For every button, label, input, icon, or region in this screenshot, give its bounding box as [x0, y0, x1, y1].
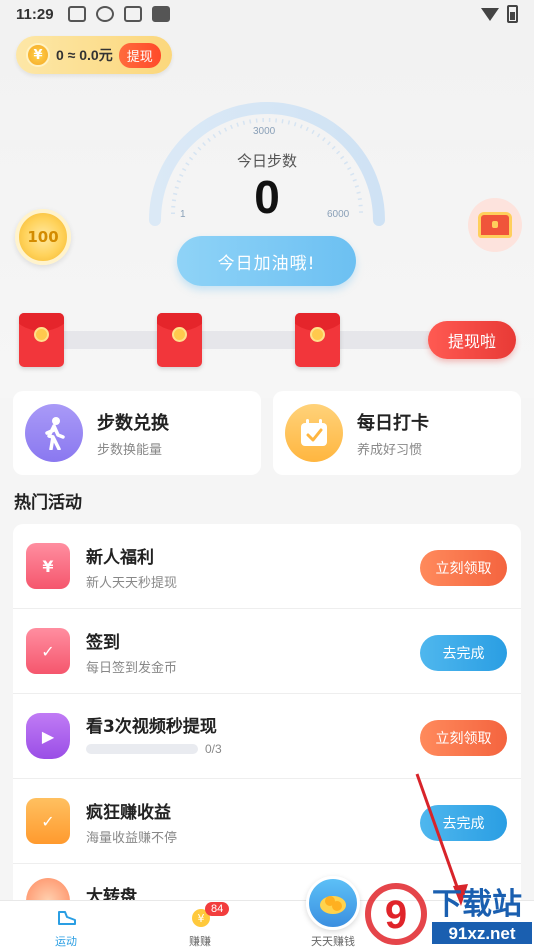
activity-title: 签到: [86, 633, 120, 653]
balance-text: 0 ≈ 0.0元: [56, 47, 113, 63]
walking-person-icon: [25, 404, 83, 462]
redpacket-progress-track: [30, 331, 450, 349]
video-play-bag-icon: ▶: [26, 713, 70, 759]
app-a-icon: [123, 6, 142, 22]
redpacket-icon[interactable]: [295, 313, 340, 367]
feature-title: 步数兑换: [97, 412, 169, 434]
activity-title: 看3次视频秒提现: [86, 717, 217, 737]
cheer-button[interactable]: 今日加油哦!: [177, 236, 356, 286]
tab-label: 运动: [55, 935, 77, 948]
balance-pill[interactable]: ¥ 0 ≈ 0.0元 提现: [16, 36, 172, 74]
list-item[interactable]: ✓ 签到 每日签到发金币 去完成: [13, 609, 521, 694]
list-item[interactable]: ¥ 新人福利 新人天天秒提现 立刻领取: [13, 524, 521, 609]
sneaker-icon: [58, 911, 76, 925]
status-time: 11:29: [16, 5, 54, 23]
feature-subtitle: 步数换能量: [97, 442, 163, 458]
video-progress-text: 0/3: [205, 742, 222, 756]
battery-icon: [507, 5, 518, 23]
notification-icon: [67, 6, 86, 22]
watermark-main: 下载站: [432, 887, 522, 922]
activity-title: 新人福利: [86, 548, 154, 568]
activity-title: 疯狂赚收益: [86, 803, 171, 823]
watermark-digit: 9: [385, 893, 407, 937]
gauge-tick-mid: 3000: [253, 126, 276, 137]
redpacket-icon[interactable]: [157, 313, 202, 367]
square-icon: [151, 6, 170, 22]
tab-sport[interactable]: 运动: [16, 901, 116, 950]
step-exchange-card[interactable]: 步数兑换 步数换能量: [13, 391, 261, 475]
redpacket-withdraw-button[interactable]: 提现啦: [428, 321, 516, 359]
tab-earn[interactable]: ¥ 赚赚: [150, 901, 250, 950]
checkbox-icon: ✓: [26, 798, 70, 844]
daily-checkin-card[interactable]: 每日打卡 养成好习惯: [273, 391, 521, 475]
watermark-logo: 9 下载站 91xz.net: [362, 878, 534, 950]
treasure-chest-icon[interactable]: [468, 198, 522, 252]
tab-label: 赚赚: [189, 935, 211, 948]
sync-icon: [95, 6, 114, 22]
watermark-domain: 91xz.net: [448, 924, 515, 943]
wifi-icon: [481, 7, 499, 21]
yuan-envelope-icon: ¥: [26, 543, 70, 589]
today-steps-value: 0: [254, 171, 280, 223]
claim-now-button[interactable]: 立刻领取: [420, 550, 507, 586]
activity-subtitle: 每日签到发金币: [86, 661, 178, 676]
list-item[interactable]: ▶ 看3次视频秒提现 0/3 立刻领取: [13, 694, 521, 779]
today-steps-title: 今日步数: [236, 152, 297, 170]
activity-subtitle: 海量收益赚不停: [86, 831, 178, 846]
feature-title: 每日打卡: [357, 412, 429, 434]
list-item[interactable]: ✓ 疯狂赚收益 海量收益赚不停 去完成: [13, 779, 521, 864]
redpacket-icon[interactable]: [19, 313, 64, 367]
svg-text:¥: ¥: [198, 912, 205, 925]
hot-activities-title: 热门活动: [14, 493, 82, 513]
withdraw-button[interactable]: 提现: [118, 42, 161, 68]
feature-subtitle: 养成好习惯: [357, 442, 423, 458]
money-hand-icon[interactable]: [306, 876, 360, 930]
calendar-check-icon: ✓: [26, 628, 70, 674]
earn-badge: 84: [205, 902, 230, 916]
go-complete-button[interactable]: 去完成: [420, 635, 507, 671]
claim-now-button[interactable]: 立刻领取: [420, 720, 507, 756]
coin-icon: ¥: [26, 43, 50, 67]
go-complete-button[interactable]: 去完成: [420, 805, 507, 841]
calendar-check-icon: [285, 404, 343, 462]
activity-subtitle: 新人天天秒提现: [86, 576, 178, 591]
coin-reward-icon[interactable]: 100: [15, 209, 71, 265]
video-progress-bar: [86, 744, 198, 754]
status-bar: 11:29: [0, 0, 534, 28]
